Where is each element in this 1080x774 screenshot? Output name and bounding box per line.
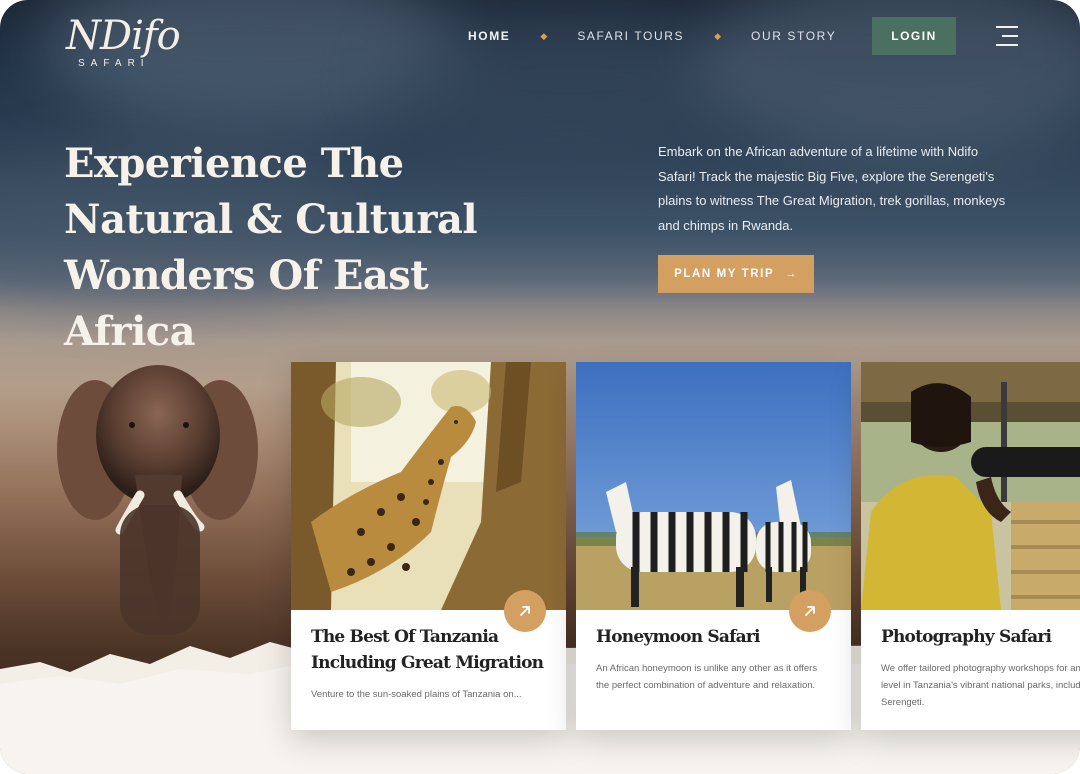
card-title[interactable]: Honeymoon Safari [596, 624, 831, 650]
nav-item-our-story[interactable]: OUR STORY [751, 29, 836, 43]
menu-line [996, 26, 1018, 28]
brand-logo[interactable]: NDifo SAFARI [66, 13, 181, 84]
nav-item-home[interactable]: HOME [468, 29, 510, 43]
plan-my-trip-button[interactable]: PLAN MY TRIP → [658, 255, 814, 293]
tour-card[interactable]: The Best Of Tanzania Including Great Mig… [291, 362, 566, 730]
logo-subtitle: SAFARI [78, 58, 150, 69]
menu-line [1002, 35, 1018, 37]
hero-description: Embark on the African adventure of a lif… [658, 144, 1006, 233]
card-description: Venture to the sun-soaked plains of Tanz… [311, 689, 522, 700]
menu-line [996, 44, 1018, 46]
leopard-in-tree-photo [291, 362, 566, 610]
arrow-right-icon: → [784, 268, 798, 280]
diamond-separator-icon: ◆ [540, 30, 548, 41]
hero-page: NDifo SAFARI HOME ◆ SAFARI TOURS ◆ OUR S… [0, 0, 1080, 774]
elephant-photo [57, 365, 258, 635]
tour-card[interactable]: Honeymoon Safari An African honeymoon is… [576, 362, 851, 730]
card-description: An African honeymoon is unlike any other… [596, 663, 818, 691]
hero-title: Experience The Natural & Cultural Wonder… [64, 140, 478, 355]
nav-item-safari-tours[interactable]: SAFARI TOURS [577, 29, 684, 43]
card-title[interactable]: Photography Safari [881, 624, 1080, 650]
card-description: We offer tailored photography workshops … [881, 663, 1080, 708]
login-button[interactable]: LOGIN [872, 17, 956, 55]
cta-label: PLAN MY TRIP [674, 268, 775, 280]
card-body: Honeymoon Safari An African honeymoon is… [576, 610, 851, 730]
photographer-with-camera-photo [861, 362, 1080, 610]
card-body: Photography Safari We offer tailored pho… [861, 610, 1080, 730]
diamond-separator-icon: ◆ [714, 30, 722, 41]
card-body: The Best Of Tanzania Including Great Mig… [291, 610, 566, 730]
card-image [291, 362, 566, 610]
card-title[interactable]: The Best Of Tanzania Including Great Mig… [311, 624, 546, 676]
card-image [576, 362, 851, 610]
hamburger-menu-icon[interactable] [994, 24, 1018, 48]
card-image [861, 362, 1080, 610]
tour-card[interactable]: Photography Safari We offer tailored pho… [861, 362, 1080, 730]
zebras-photo [576, 362, 851, 610]
logo-wordmark: NDifo [66, 13, 181, 59]
main-nav: HOME ◆ SAFARI TOURS ◆ OUR STORY [468, 29, 836, 43]
